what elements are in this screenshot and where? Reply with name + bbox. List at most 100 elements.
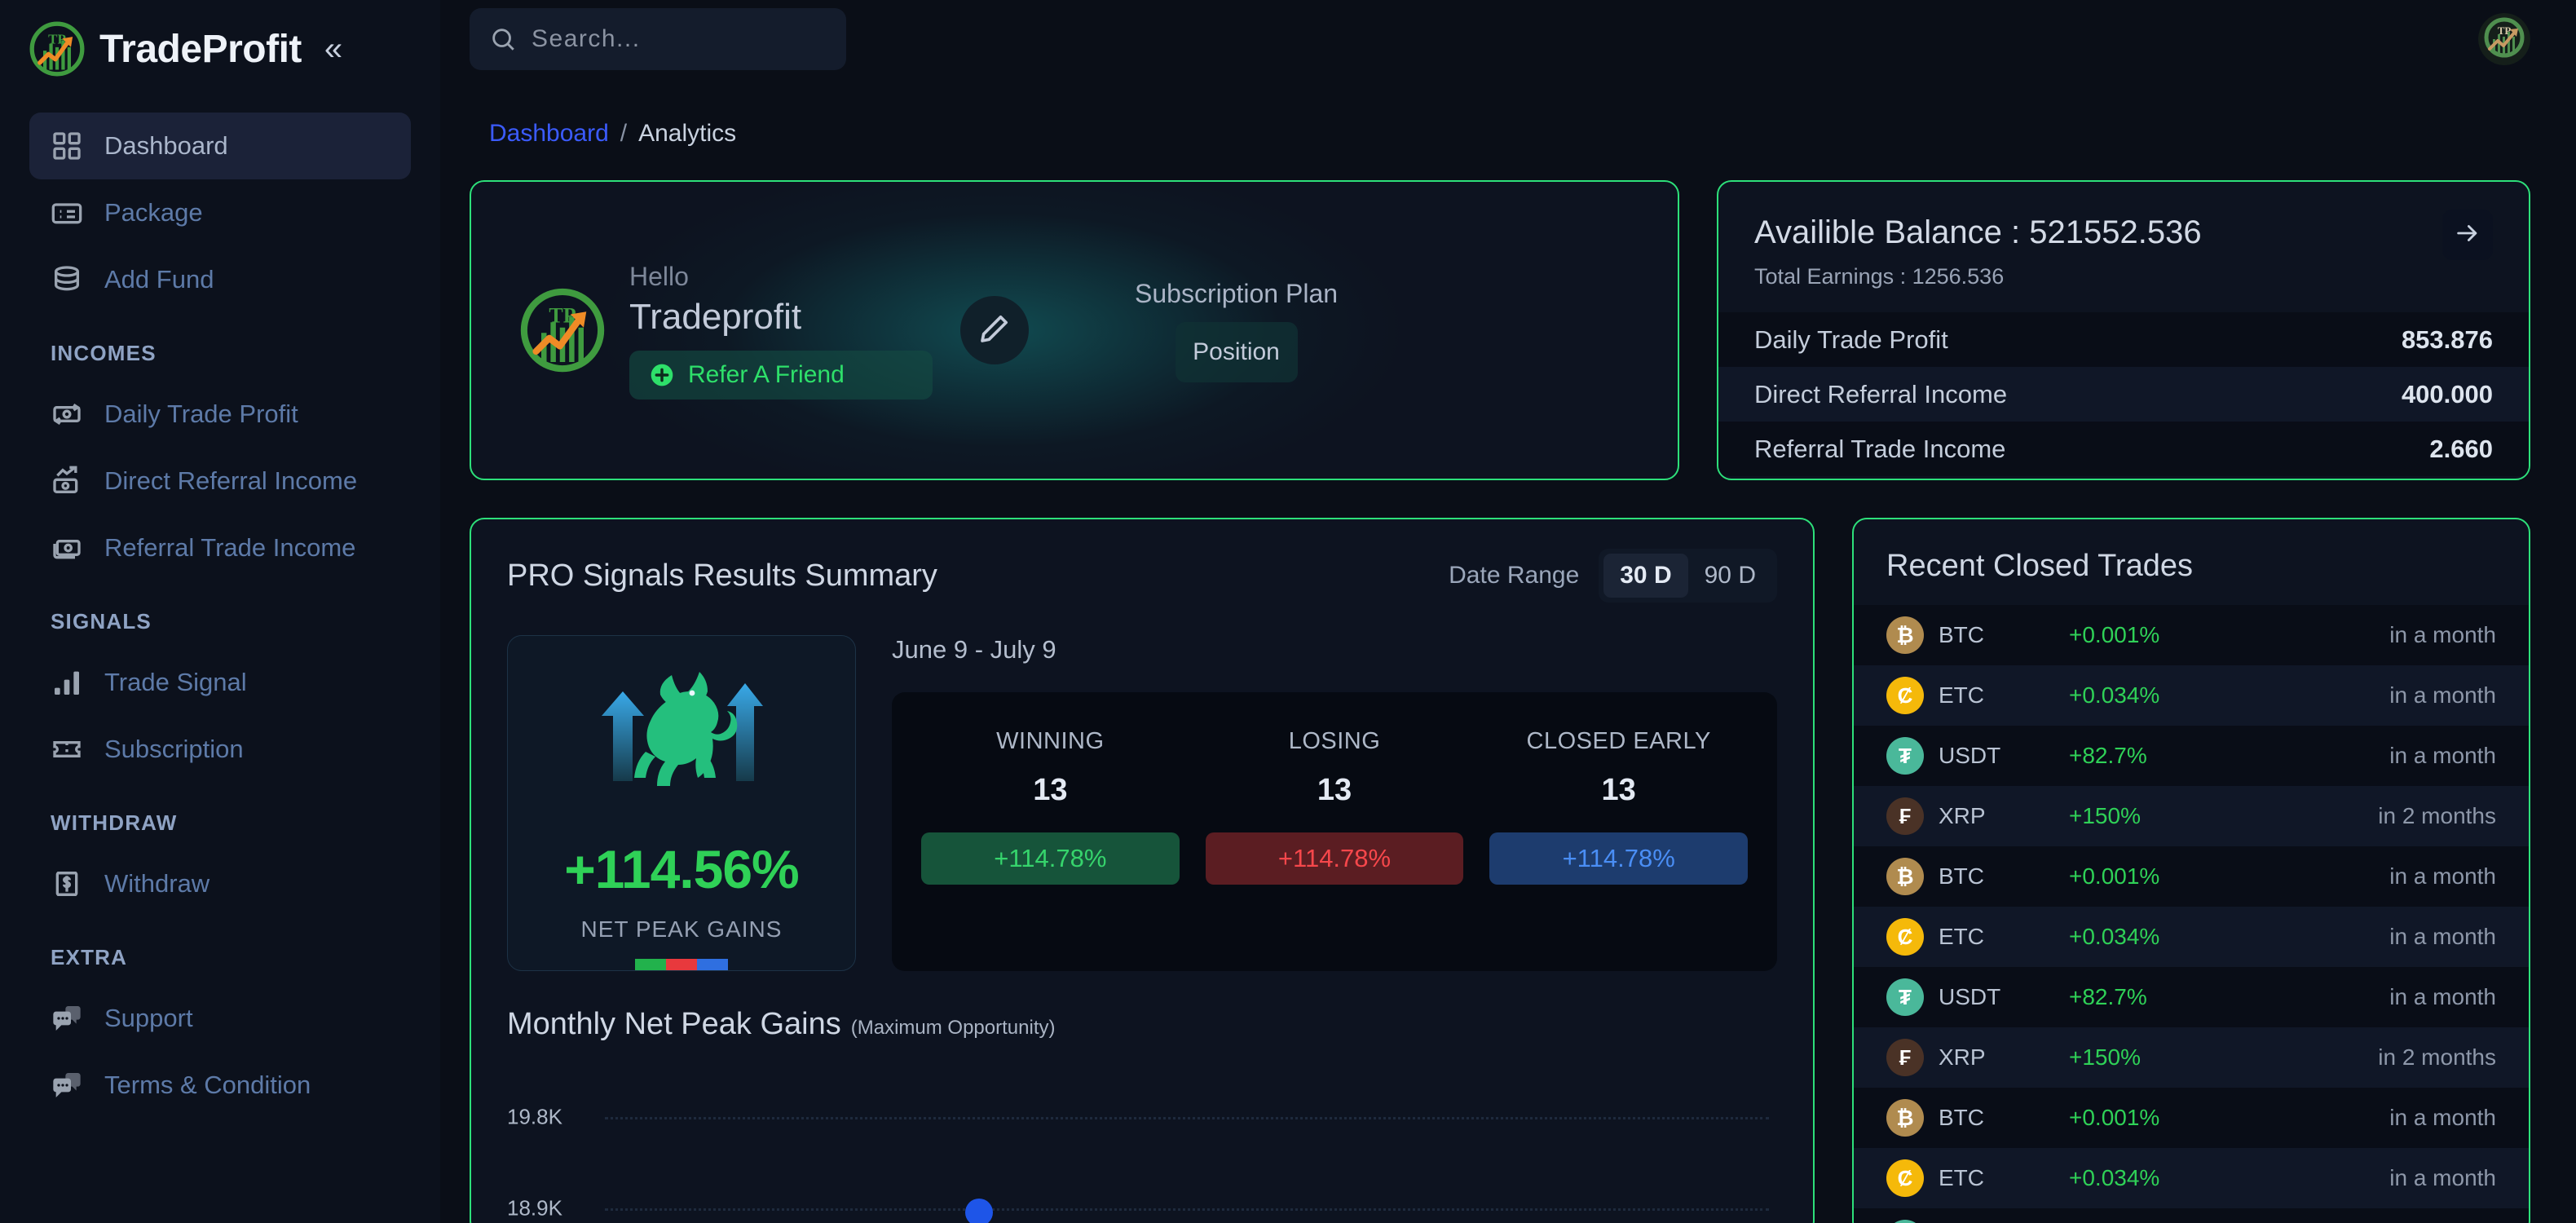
plus-circle-icon	[649, 362, 675, 388]
sidebar-section-withdraw: WITHDRAW	[51, 810, 178, 835]
breadcrumb-separator: /	[620, 120, 628, 147]
bottom-cards-row: PRO Signals Results Summary Date Range 3…	[470, 518, 2530, 1223]
trade-row[interactable]: Ȼ ETC +0.034% in a month	[1854, 1148, 2529, 1208]
available-balance-title: Availible Balance : 521552.536	[1754, 214, 2202, 250]
chart-title-row: Monthly Net Peak Gains (Maximum Opportun…	[507, 1007, 1777, 1042]
trade-row[interactable]: Ȼ ETC +0.034% in a month	[1854, 907, 2529, 967]
stat-closed-early: CLOSED EARLY 13 +114.78%	[1489, 728, 1749, 885]
trade-time-ago: in a month	[2389, 743, 2496, 768]
trade-row[interactable]: ₿ BTC +0.001% in a month	[1854, 1088, 2529, 1148]
total-earnings-label: Total Earnings : 1256.536	[1754, 264, 2005, 289]
refer-a-friend-label: Refer A Friend	[688, 360, 845, 388]
balance-details-button[interactable]	[2442, 210, 2493, 260]
sidebar-item-terms-condition[interactable]: Terms & Condition	[29, 1052, 411, 1119]
sidebar-item-direct-referral-income[interactable]: Direct Referral Income	[29, 448, 411, 514]
chevron-double-left-icon[interactable]: «	[324, 33, 342, 65]
trade-row[interactable]: ₣ XRP +150% in 2 months	[1854, 1027, 2529, 1088]
sidebar-item-withdraw[interactable]: Withdraw	[29, 850, 411, 917]
money-exchange-icon	[51, 398, 83, 430]
stat-count: 13	[1033, 773, 1068, 807]
ticket-icon	[51, 733, 83, 766]
sidebar-item-add-fund[interactable]: Add Fund	[29, 246, 411, 313]
search-icon	[489, 25, 517, 53]
refer-a-friend-button[interactable]: Refer A Friend	[629, 350, 933, 400]
sidebar-item-label: Terms & Condition	[104, 1071, 311, 1099]
sidebar-item-support[interactable]: Support	[29, 985, 411, 1052]
chart-line-series	[605, 1078, 1769, 1223]
trade-percent: +82.7%	[2069, 984, 2147, 1009]
balance-header: Availible Balance : 521552.536 Total Ear…	[1718, 182, 2529, 289]
subscription-plan-block: Subscription Plan Position	[1135, 279, 1338, 382]
search-box[interactable]	[470, 7, 846, 70]
trade-row[interactable]: Ȼ ETC +0.034% in a month	[1854, 665, 2529, 726]
sidebar-item-label: Support	[104, 1004, 193, 1032]
username-label: Tradeprofit	[629, 296, 802, 337]
sidebar-item-referral-trade-income[interactable]: Referral Trade Income	[29, 514, 411, 581]
sidebar-item-label: Add Fund	[104, 265, 214, 294]
recent-closed-trades-card: Recent Closed Trades ₿ BTC +0.001% in a mon…	[1852, 518, 2530, 1223]
legend-bar-lose	[666, 959, 697, 970]
sidebar-item-daily-trade-profit[interactable]: Daily Trade Profit	[29, 381, 411, 448]
stat-percent-badge: +114.78%	[1205, 832, 1464, 885]
sidebar-item-label: Trade Signal	[104, 668, 247, 696]
balance-row: Referral Trade Income 2.660	[1718, 422, 2529, 476]
net-peak-gains-percent: +114.56%	[564, 839, 799, 899]
main-area: TP Dashboard / Analytics	[440, 0, 2576, 1223]
balance-rows: Daily Trade Profit 853.876 Direct Referr…	[1718, 312, 2529, 476]
money-stack-icon	[51, 532, 83, 564]
trade-percent: +0.001%	[2069, 622, 2160, 647]
trade-row[interactable]: ₮USDT+82.7%in a month	[1854, 726, 2529, 786]
coin-symbol-label: USDT	[1939, 984, 2001, 1009]
date-range-label: Date Range	[1449, 562, 1580, 589]
avatar[interactable]: TP	[2478, 12, 2530, 65]
sidebar-section-incomes: INCOMES	[51, 341, 157, 365]
sidebar-item-subscription[interactable]: Subscription	[29, 716, 411, 783]
trade-row[interactable]: ₮USDT+82.7%in a month	[1854, 967, 2529, 1027]
balance-row: Direct Referral Income 400.000	[1718, 367, 2529, 422]
trade-time-ago: in a month	[2389, 924, 2496, 949]
sidebar: TP TradeProfit « Dashboard Package Add F…	[0, 0, 440, 1223]
topbar: TP	[440, 0, 2576, 77]
trade-percent: +150%	[2069, 1044, 2141, 1070]
chart-peak-marker	[965, 1199, 993, 1223]
sidebar-item-dashboard[interactable]: Dashboard	[29, 113, 411, 179]
breadcrumb: Dashboard / Analytics	[470, 77, 2530, 180]
breadcrumb-current: Analytics	[638, 120, 737, 147]
profile-hero-card: TP Hello Tradeprofit Refer A Friend Subs…	[470, 180, 1679, 480]
chart-title: Monthly Net Peak Gains	[507, 1007, 841, 1041]
pro-signals-card: PRO Signals Results Summary Date Range 3…	[470, 518, 1815, 1223]
coin-symbol-label: ETC	[1939, 1165, 1984, 1190]
trade-row[interactable]: ₣ XRP +150% in 2 months	[1854, 786, 2529, 846]
profile-texts: Hello Tradeprofit Refer A Friend	[629, 262, 933, 400]
period-label: June 9 - July 9	[892, 635, 1056, 664]
trade-time-ago: in a month	[2389, 682, 2496, 708]
pencil-icon	[978, 312, 1011, 349]
search-input[interactable]	[532, 24, 827, 53]
sidebar-item-label: Daily Trade Profit	[104, 400, 298, 428]
stat-count: 13	[1601, 773, 1636, 807]
card-icon	[51, 196, 83, 229]
sidebar-item-trade-signal[interactable]: Trade Signal	[29, 649, 411, 716]
trade-time-ago: in a month	[2389, 1165, 2496, 1190]
sidebar-item-package[interactable]: Package	[29, 179, 411, 246]
range-90d-button[interactable]: 90 D	[1688, 554, 1772, 598]
range-30d-button[interactable]: 30 D	[1603, 554, 1688, 598]
coin-icon: Ȼ	[1886, 677, 1924, 714]
trade-row[interactable]: ₿ BTC +0.001% in a month	[1854, 846, 2529, 907]
balance-row-value: 853.876	[2401, 325, 2493, 354]
trade-row[interactable]: ₮USDT+82.7%in a month	[1854, 1208, 2529, 1223]
arrow-right-icon	[2454, 219, 2481, 251]
signals-stats-row: WINNING 13 +114.78% LOSING 13 +114.78% C…	[921, 728, 1749, 885]
breadcrumb-dashboard-link[interactable]: Dashboard	[489, 120, 609, 148]
content-scroll: Dashboard / Analytics TP Hello Tradeprof…	[440, 77, 2576, 1223]
stat-count: 13	[1317, 773, 1352, 807]
position-button[interactable]: Position	[1175, 321, 1298, 382]
coin-icon: Ȼ	[1886, 918, 1924, 956]
trade-percent: +0.034%	[2069, 924, 2160, 949]
coin-icon: ₿	[1886, 616, 1924, 654]
trade-row[interactable]: ₿ BTC +0.001% in a month	[1854, 605, 2529, 665]
edit-profile-button[interactable]	[960, 296, 1029, 364]
coin-symbol-label: USDT	[1939, 743, 2001, 768]
coin-symbol-label: BTC	[1939, 622, 1984, 647]
trades-list: ₿ BTC +0.001% in a month Ȼ ETC +0.034% in a mon…	[1854, 605, 2529, 1223]
